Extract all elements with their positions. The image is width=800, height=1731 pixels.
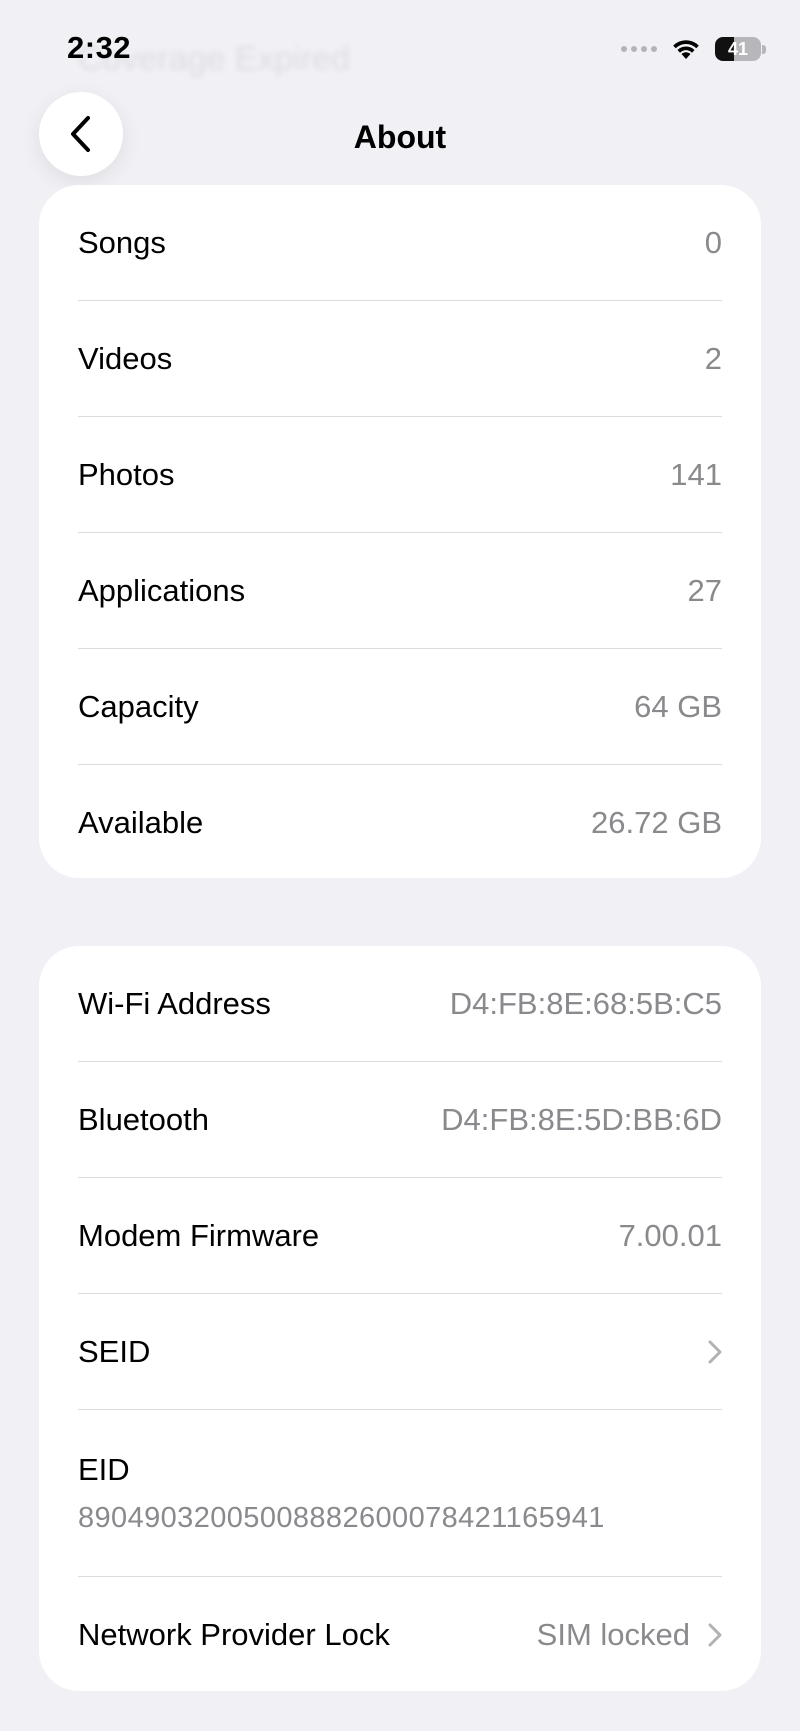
- songs-row: Songs 0: [78, 185, 722, 301]
- row-label: Songs: [78, 224, 166, 260]
- row-value: 2: [704, 340, 722, 376]
- row-value: 64 GB: [634, 688, 722, 724]
- capacity-row: Capacity 64 GB: [78, 649, 722, 765]
- row-label: EID: [78, 1451, 130, 1487]
- row-value: D4:FB:8E:68:5B:C5: [449, 985, 722, 1021]
- page-title: About: [353, 119, 447, 155]
- cellular-signal-icon: [621, 46, 657, 52]
- battery-tip: [762, 44, 766, 54]
- chevron-right-icon: [708, 1340, 722, 1363]
- modem-firmware-row: Modem Firmware 7.00.01: [78, 1178, 722, 1294]
- photos-row: Photos 141: [78, 417, 722, 533]
- row-value-group: SIM locked: [537, 1617, 722, 1653]
- eid-value: 89049032005008882600078421165941: [78, 1501, 605, 1534]
- network-provider-lock-row[interactable]: Network Provider Lock SIM locked: [78, 1577, 722, 1691]
- row-label: Bluetooth: [78, 1101, 209, 1137]
- row-value: 26.72 GB: [591, 805, 722, 840]
- row-value: 141: [670, 456, 722, 492]
- bluetooth-row: Bluetooth D4:FB:8E:5D:BB:6D: [78, 1062, 722, 1178]
- row-label: Capacity: [78, 688, 199, 724]
- status-time: 2:32: [67, 30, 132, 65]
- available-row: Available 26.72 GB: [78, 765, 722, 878]
- row-value: 27: [687, 572, 722, 608]
- navigation-bar: About: [0, 92, 800, 182]
- row-label: Videos: [78, 340, 173, 376]
- media-info-card: Songs 0 Videos 2 Photos 141 Applications…: [39, 185, 761, 878]
- row-value: 0: [704, 224, 722, 260]
- row-label: Photos: [78, 456, 175, 492]
- wifi-icon: [673, 40, 699, 59]
- network-info-card: Wi-Fi Address D4:FB:8E:68:5B:C5 Bluetoot…: [39, 946, 761, 1691]
- eid-row: EID 89049032005008882600078421165941: [78, 1410, 722, 1577]
- row-value: D4:FB:8E:5D:BB:6D: [441, 1101, 722, 1137]
- status-icons: 41: [621, 34, 766, 64]
- applications-row: Applications 27: [78, 533, 722, 649]
- row-value: 7.00.01: [618, 1217, 722, 1253]
- row-label: Available: [78, 805, 204, 840]
- row-label: Wi-Fi Address: [78, 985, 271, 1021]
- battery-icon: 41: [715, 37, 766, 61]
- row-label: Modem Firmware: [78, 1217, 320, 1253]
- row-label: Applications: [78, 572, 246, 608]
- row-value: [708, 1340, 722, 1364]
- wifi-address-row: Wi-Fi Address D4:FB:8E:68:5B:C5: [78, 946, 722, 1062]
- row-label: SEID: [78, 1333, 151, 1369]
- row-label: Network Provider Lock: [78, 1617, 390, 1652]
- seid-row[interactable]: SEID: [78, 1294, 722, 1410]
- chevron-right-icon: [708, 1623, 722, 1647]
- battery-level: 41: [727, 38, 749, 59]
- status-bar: Coverage Expired 2:32 41: [0, 0, 800, 100]
- row-value: SIM locked: [536, 1617, 690, 1652]
- videos-row: Videos 2: [78, 301, 722, 417]
- battery-body: 41: [715, 37, 761, 61]
